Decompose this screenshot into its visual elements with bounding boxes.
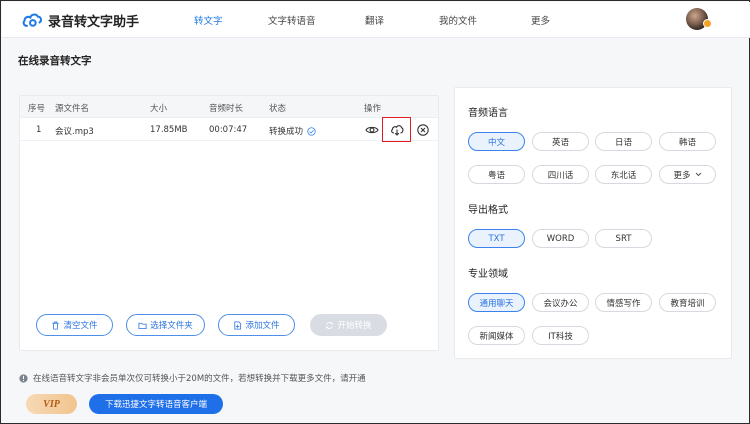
domain-option-news-media[interactable]: 新闻媒体	[468, 326, 525, 345]
preview-eye-icon[interactable]	[364, 122, 380, 138]
success-check-icon	[307, 126, 316, 136]
row-filename: 会议.mp3	[55, 127, 94, 137]
nav-item-speech-to-text[interactable]: 转文字	[194, 13, 223, 27]
download-client-button[interactable]: 下载迅捷文字转语音客户端	[89, 394, 223, 414]
nav-item-translate[interactable]: 翻译	[365, 13, 384, 27]
audio-language-title: 音频语言	[468, 108, 508, 119]
status-text: 转换成功	[269, 127, 304, 137]
language-option-cantonese[interactable]: 粤语	[468, 165, 525, 184]
nav-item-my-files[interactable]: 我的文件	[439, 13, 477, 27]
row-index: 1	[36, 125, 42, 135]
language-option-english[interactable]: 英语	[532, 132, 589, 151]
column-header-size: 大小	[150, 104, 168, 114]
language-more-dropdown[interactable]: 更多	[659, 165, 716, 184]
professional-domain-title: 专业领域	[468, 269, 508, 280]
download-highlight-box	[382, 117, 411, 142]
chevron-down-icon	[695, 172, 701, 177]
select-folder-button[interactable]: 选择文件夹	[126, 314, 205, 336]
top-header: 录音转文字助手 转文字 文字转语音 翻译 我的文件 更多	[2, 2, 750, 38]
row-size: 17.85MB	[150, 125, 188, 135]
language-option-korean[interactable]: 韩语	[659, 132, 716, 151]
app-logo[interactable]: 录音转文字助手	[22, 10, 139, 30]
domain-option-general-chat[interactable]: 通用聊天	[468, 293, 525, 312]
add-file-label: 添加文件	[245, 321, 280, 331]
add-file-button[interactable]: 添加文件	[218, 314, 295, 336]
format-option-word[interactable]: WORD	[532, 229, 589, 248]
column-header-filename: 源文件名	[55, 104, 90, 114]
language-option-chinese[interactable]: 中文	[468, 132, 525, 151]
format-option-txt[interactable]: TXT	[468, 229, 525, 248]
language-option-japanese[interactable]: 日语	[595, 132, 652, 151]
add-file-icon	[234, 320, 242, 330]
delete-close-icon[interactable]	[415, 122, 431, 138]
column-header-index: 序号	[28, 104, 46, 114]
column-header-duration: 音频时长	[209, 104, 244, 114]
domain-option-meeting-office[interactable]: 会议办公	[532, 293, 589, 312]
trash-icon	[52, 321, 60, 330]
convert-icon	[326, 321, 334, 329]
folder-icon	[138, 322, 147, 329]
domain-option-emotional-writing[interactable]: 情感写作	[595, 293, 652, 312]
row-duration: 00:07:47	[209, 125, 248, 135]
file-list-panel: 序号 源文件名 大小 音频时长 状态 操作 1 会议.mp3 17.85MB 0…	[19, 95, 439, 351]
clear-files-label: 清空文件	[63, 321, 98, 331]
format-option-srt[interactable]: SRT	[595, 229, 652, 248]
nav-item-more[interactable]: 更多	[531, 13, 550, 27]
nav-item-text-to-speech[interactable]: 文字转语音	[268, 13, 316, 27]
row-status: 转换成功	[269, 125, 316, 137]
vip-button[interactable]: VIP	[26, 394, 77, 414]
start-convert-button[interactable]: 开始转换	[310, 314, 387, 336]
select-folder-label: 选择文件夹	[150, 321, 193, 331]
column-header-status: 状态	[269, 104, 287, 114]
domain-option-education[interactable]: 教育培训	[659, 293, 716, 312]
table-row: 1 会议.mp3 17.85MB 00:07:47 转换成功	[20, 119, 438, 141]
language-option-northeastern[interactable]: 东北话	[595, 165, 652, 184]
notice-text: 在线语音转文字非会员单次仅可转换小于20M的文件，若想转换并下载更多文件，请开通	[33, 374, 366, 384]
app-window: 录音转文字助手 转文字 文字转语音 翻译 我的文件 更多 在线录音转文字 序号 …	[0, 0, 750, 424]
start-convert-label: 开始转换	[337, 321, 372, 331]
info-icon	[19, 373, 28, 383]
column-header-actions: 操作	[364, 104, 382, 114]
file-actions: 清空文件 选择文件夹 添加文件 开始转换	[20, 314, 438, 338]
language-option-sichuanese[interactable]: 四川话	[532, 165, 589, 184]
clear-files-button[interactable]: 清空文件	[36, 314, 113, 336]
page-title: 在线录音转文字	[18, 55, 92, 67]
cloud-logo-icon	[22, 13, 42, 27]
table-header: 序号 源文件名 大小 音频时长 状态 操作	[20, 96, 438, 118]
vip-badge-icon	[703, 19, 712, 28]
export-format-title: 导出格式	[468, 205, 508, 216]
domain-option-it-tech[interactable]: IT科技	[532, 326, 589, 345]
member-notice: 在线语音转文字非会员单次仅可转换小于20M的文件，若想转换并下载更多文件，请开通	[19, 372, 366, 384]
settings-panel: 音频语言 中文 英语 日语 韩语 粤语 四川话 东北话 更多 导出格式 TXT …	[454, 87, 732, 359]
app-name: 录音转文字助手	[48, 14, 140, 30]
